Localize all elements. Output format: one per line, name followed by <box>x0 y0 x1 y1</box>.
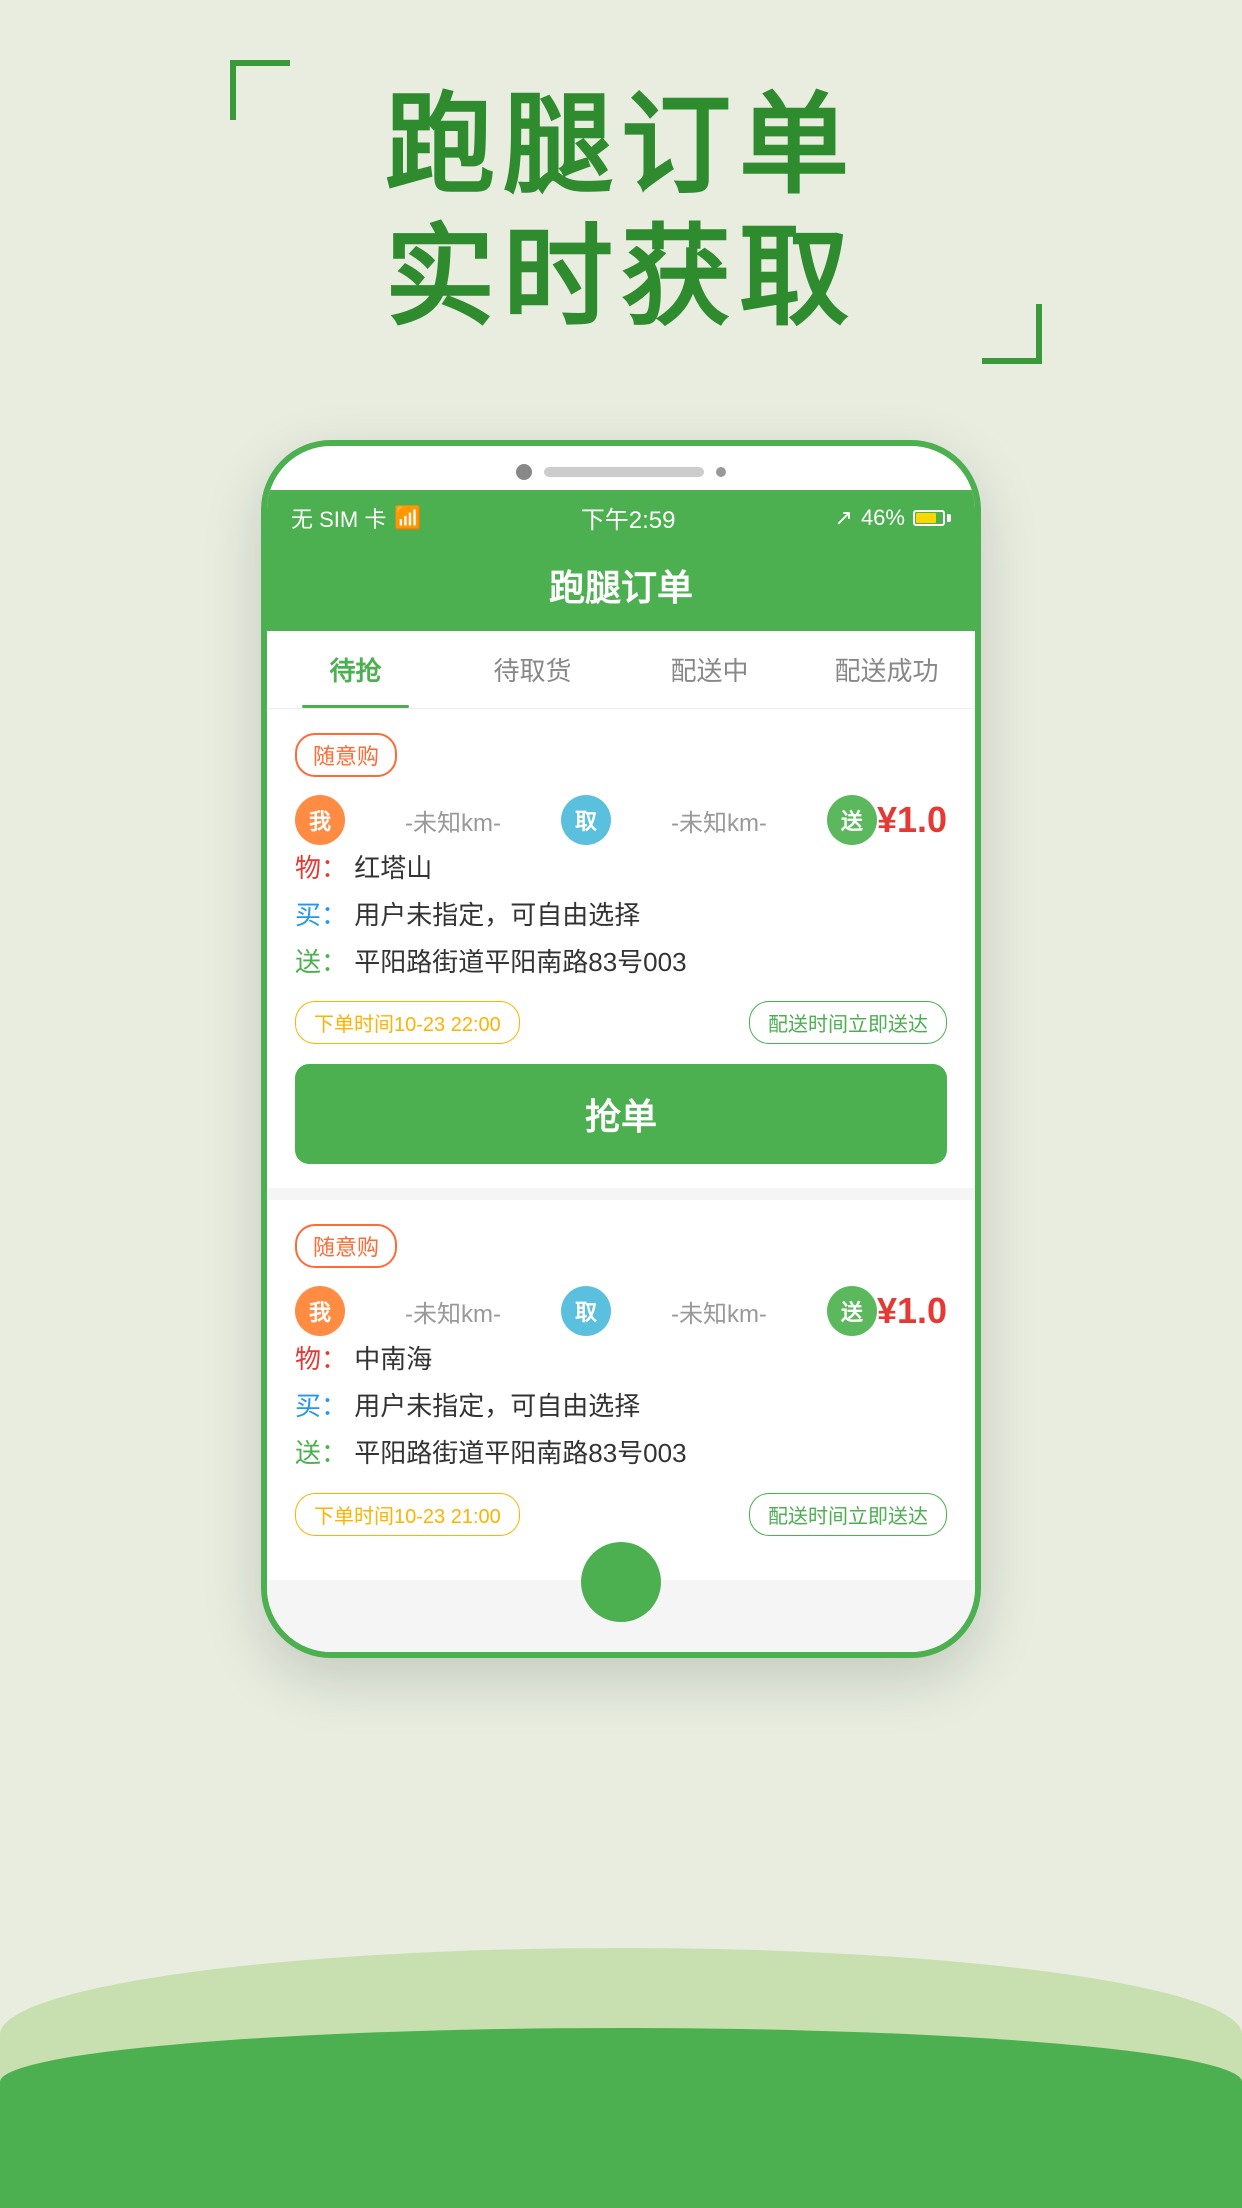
title-line2: 实时获取 <box>0 212 1242 344</box>
order-meta-2: 下单时间10-23 21:00 配送时间立即送达 <box>295 1493 947 1536</box>
status-bar: 无 SIM 卡 📶 下午2:59 ↗ 46% <box>267 490 975 545</box>
orders-list: 随意购 我 -未知km- 取 -未知km- 送 ¥1.0 <box>267 709 975 1592</box>
tab-bar: 待抢 待取货 配送中 配送成功 <box>267 631 975 709</box>
phone-frame: 无 SIM 卡 📶 下午2:59 ↗ 46% 跑腿订单 待抢 <box>261 440 981 1658</box>
order-tag-1: 随意购 <box>295 733 397 777</box>
pick-dist-1: -未知km- <box>611 803 827 838</box>
status-time: 下午2:59 <box>581 500 676 535</box>
order-card-2: 随意购 我 -未知km- 取 -未知km- 送 ¥1.0 <box>267 1200 975 1579</box>
phone-speaker <box>544 467 704 477</box>
main-title: 跑腿订单 实时获取 <box>0 80 1242 344</box>
deliver-value-1: 平阳路街道平阳南路83号003 <box>354 947 686 977</box>
from-dist-2: -未知km- <box>345 1294 561 1329</box>
order-card-1: 随意购 我 -未知km- 取 -未知km- 送 ¥1.0 <box>267 709 975 1188</box>
bracket-bottom-right <box>982 304 1042 364</box>
grab-button-1[interactable]: 抢单 <box>295 1064 947 1164</box>
battery-icon <box>913 510 951 526</box>
app-title: 跑腿订单 <box>549 567 693 608</box>
from-icon-1: 我 <box>295 795 345 845</box>
tab-waiting-grab[interactable]: 待抢 <box>267 631 444 708</box>
front-camera <box>716 467 726 477</box>
bracket-top-left <box>230 60 290 120</box>
buy-label-1: 买： <box>295 900 347 930</box>
from-dist-1: -未知km- <box>345 803 561 838</box>
phone-notch <box>267 446 975 490</box>
order-info-1: 物： 红塔山 买： 用户未指定，可自由选择 送： 平阳路街道平阳南路83号003 <box>295 845 947 985</box>
pick-icon-1: 取 <box>561 795 611 845</box>
pick-icon-2: 取 <box>561 1286 611 1336</box>
order-tag-2: 随意购 <box>295 1224 397 1268</box>
order-route-1: 我 -未知km- 取 -未知km- 送 ¥1.0 <box>295 795 947 845</box>
pick-dist-2: -未知km- <box>611 1294 827 1329</box>
status-left: 无 SIM 卡 📶 <box>291 502 422 534</box>
deliver-time-tag-2: 配送时间立即送达 <box>749 1493 947 1536</box>
deliver-icon-2: 送 <box>827 1286 877 1336</box>
volume-down-button <box>261 746 265 806</box>
buy-label-2: 买： <box>295 1391 347 1421</box>
order-meta-1: 下单时间10-23 22:00 配送时间立即送达 <box>295 1001 947 1044</box>
buy-value-1: 用户未指定，可自由选择 <box>354 900 640 930</box>
app-header: 跑腿订单 <box>267 545 975 631</box>
status-right: ↗ 46% <box>835 505 951 531</box>
item-value-1: 红塔山 <box>354 853 432 883</box>
phone-mockup: 无 SIM 卡 📶 下午2:59 ↗ 46% 跑腿订单 待抢 <box>261 440 981 1658</box>
deliver-time-tag-1: 配送时间立即送达 <box>749 1001 947 1044</box>
wifi-icon: 📶 <box>394 505 421 531</box>
battery-fill <box>916 513 936 523</box>
order-info-2: 物： 中南海 买： 用户未指定，可自由选择 送： 平阳路街道平阳南路83号003 <box>295 1336 947 1476</box>
battery-tip <box>947 514 951 522</box>
tab-delivering[interactable]: 配送中 <box>621 631 798 708</box>
item-value-2: 中南海 <box>354 1344 432 1374</box>
battery-pct: 46% <box>861 505 905 531</box>
deliver-value-2: 平阳路街道平阳南路83号003 <box>354 1438 686 1468</box>
notch-dot <box>516 464 532 480</box>
tab-waiting-pickup[interactable]: 待取货 <box>444 631 621 708</box>
title-line1: 跑腿订单 <box>0 80 1242 212</box>
bg-wave-dark <box>0 2028 1242 2208</box>
item-label-2: 物： <box>295 1344 347 1374</box>
order-price-1: ¥1.0 <box>877 799 947 841</box>
volume-up-button <box>261 666 265 726</box>
power-button <box>977 706 981 786</box>
order-time-tag-1: 下单时间10-23 22:00 <box>295 1001 520 1044</box>
carrier-label: 无 SIM 卡 <box>291 502 386 534</box>
header-section: 跑腿订单 实时获取 <box>0 80 1242 344</box>
item-label-1: 物： <box>295 853 347 883</box>
home-button-area <box>267 1592 975 1652</box>
deliver-icon-1: 送 <box>827 795 877 845</box>
order-price-2: ¥1.0 <box>877 1290 947 1332</box>
battery-body <box>913 510 945 526</box>
order-route-2: 我 -未知km- 取 -未知km- 送 ¥1.0 <box>295 1286 947 1336</box>
buy-value-2: 用户未指定，可自由选择 <box>354 1391 640 1421</box>
tab-delivered[interactable]: 配送成功 <box>798 631 975 708</box>
deliver-label-1: 送： <box>295 947 347 977</box>
home-button[interactable] <box>581 1542 661 1622</box>
from-icon-2: 我 <box>295 1286 345 1336</box>
order-time-tag-2: 下单时间10-23 21:00 <box>295 1493 520 1536</box>
location-icon: ↗ <box>835 505 853 531</box>
deliver-label-2: 送： <box>295 1438 347 1468</box>
